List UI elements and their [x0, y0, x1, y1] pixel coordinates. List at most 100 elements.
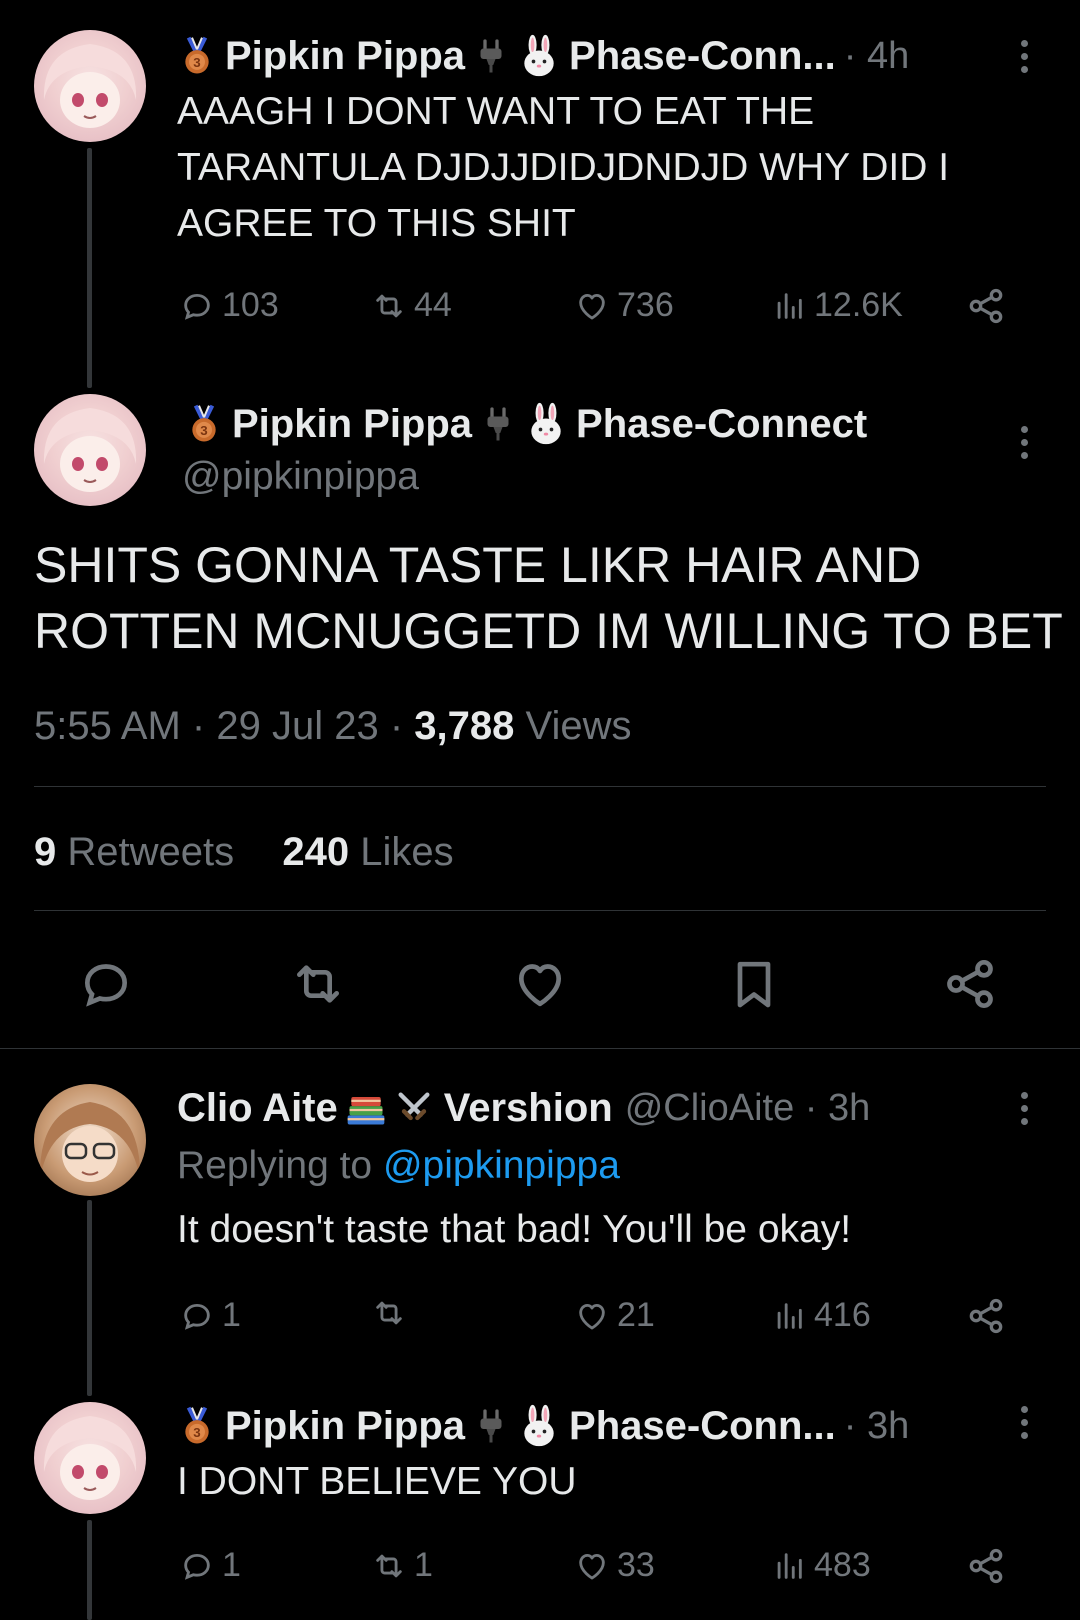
retweet-icon — [290, 956, 346, 1012]
retweet-button[interactable]: 44 — [372, 286, 452, 325]
avatar-pipkin-pippa[interactable] — [34, 1402, 146, 1514]
engagement-summary: 9 Retweets 240 Likes — [34, 826, 454, 878]
author-handle[interactable]: @ClioAite · 3h — [625, 1087, 871, 1130]
avatar-pipkin-pippa[interactable] — [34, 394, 146, 506]
reply-button[interactable] — [78, 956, 142, 1012]
tweet-header: Pipkin Pippa Phase-Connect — [184, 396, 867, 452]
views-icon — [772, 1299, 806, 1333]
author-name[interactable]: Pipkin Pippa — [225, 1404, 465, 1449]
retweets-count: 9 — [34, 830, 57, 874]
tweet-text-line: AGREE TO THIS SHIT — [177, 202, 576, 245]
medal-icon — [177, 32, 217, 80]
tweet-text: I DONT BELIEVE YOU — [177, 1460, 577, 1503]
like-button[interactable]: 736 — [575, 286, 674, 325]
retweet-icon — [372, 1549, 406, 1583]
divider — [0, 1048, 1080, 1049]
tweet-date[interactable]: 29 Jul 23 — [216, 704, 378, 748]
separator: · — [389, 704, 404, 748]
views-button[interactable]: 483 — [772, 1546, 871, 1585]
tweet-time[interactable]: 5:55 AM — [34, 704, 181, 748]
tweet-time[interactable]: · 4h — [844, 35, 909, 78]
views-button[interactable]: 416 — [772, 1296, 871, 1335]
more-icon[interactable] — [1004, 1394, 1044, 1450]
rabbit-icon — [517, 1402, 561, 1450]
divider — [34, 786, 1046, 787]
views-count: 483 — [814, 1546, 871, 1584]
reply-count: 103 — [222, 286, 279, 324]
like-icon — [575, 1549, 609, 1583]
share-icon — [966, 1546, 1006, 1586]
views-button[interactable]: 12.6K — [772, 286, 903, 325]
author-affiliation: Vershion — [443, 1085, 613, 1130]
retweets-link[interactable]: 9 Retweets — [34, 830, 234, 874]
retweet-count: 44 — [414, 286, 452, 324]
tweet-text-line: AAAGH I DONT WANT TO EAT THE — [177, 90, 815, 133]
likes-label: Likes — [360, 830, 454, 874]
plug-icon — [473, 34, 509, 78]
tweet-header: Pipkin Pippa Phase-Conn... · 3h — [177, 1398, 909, 1454]
reply-icon — [180, 289, 214, 323]
reply-button[interactable]: 103 — [180, 286, 279, 325]
more-icon[interactable] — [1004, 414, 1044, 470]
like-button[interactable]: 33 — [575, 1546, 655, 1585]
avatar-pipkin-pippa[interactable] — [34, 30, 146, 142]
views-icon — [772, 289, 806, 323]
bookmark-button[interactable] — [726, 956, 790, 1012]
replying-label: Replying to — [177, 1144, 373, 1187]
plug-icon — [473, 1404, 509, 1448]
share-button[interactable] — [966, 286, 1014, 326]
likes-count: 240 — [282, 830, 350, 874]
swords-icon — [394, 1088, 434, 1128]
books-icon — [344, 1086, 388, 1130]
reply-button[interactable]: 1 — [180, 1546, 241, 1585]
reply-count: 1 — [222, 1296, 241, 1334]
like-button[interactable]: 21 — [575, 1296, 655, 1335]
reply-button[interactable]: 1 — [180, 1296, 241, 1335]
more-icon[interactable] — [1004, 1080, 1044, 1136]
author-name[interactable]: Pipkin Pippa — [232, 402, 472, 447]
views-label: Views — [525, 704, 632, 748]
tweet-text-line: ROTTEN MCNUGGETD IM WILLING TO BET — [34, 603, 1063, 659]
reply-icon — [180, 1549, 214, 1583]
separator: · — [191, 704, 206, 748]
like-icon — [575, 289, 609, 323]
tweet-time[interactable]: · 3h — [844, 1405, 909, 1448]
tweet-timestamp: 5:55 AM · 29 Jul 23 · 3,788 Views — [34, 700, 631, 752]
rabbit-icon — [517, 32, 561, 80]
author-affiliation: Phase-Conn... — [569, 33, 836, 78]
rabbit-icon — [524, 400, 568, 448]
share-icon — [966, 1296, 1006, 1336]
tweet-header: Clio Aite Vershion @ClioAite · 3h — [177, 1080, 870, 1136]
replying-to: Replying to @pipkinpippa — [177, 1140, 620, 1192]
author-name[interactable]: Pipkin Pippa — [225, 34, 465, 79]
views-count: 3,788 — [414, 704, 515, 748]
share-button[interactable] — [966, 1296, 1014, 1336]
author-handle[interactable]: @pipkinpippa — [182, 452, 419, 502]
like-button[interactable] — [512, 956, 576, 1012]
plug-icon — [480, 402, 516, 446]
retweet-button[interactable]: 1 — [372, 1546, 433, 1585]
tweet-header: Pipkin Pippa Phase-Conn... · 4h — [177, 28, 909, 84]
avatar-clio-aite[interactable] — [34, 1084, 146, 1196]
thread-line — [87, 1200, 92, 1396]
share-button[interactable] — [966, 1546, 1014, 1586]
author-affiliation: Phase-Conn... — [569, 1403, 836, 1448]
more-icon[interactable] — [1004, 28, 1044, 84]
like-count: 33 — [617, 1546, 655, 1584]
bookmark-icon — [726, 956, 782, 1012]
replying-handle-link[interactable]: @pipkinpippa — [383, 1144, 620, 1187]
share-button[interactable] — [942, 956, 1006, 1012]
reply-icon — [180, 1299, 214, 1333]
tweet-text: It doesn't taste that bad! You'll be oka… — [177, 1208, 852, 1251]
tweet-text-line: SHITS GONNA TASTE LIKR HAIR AND — [34, 537, 922, 593]
retweet-button[interactable] — [290, 956, 354, 1012]
retweet-button[interactable] — [372, 1296, 414, 1330]
retweet-count: 1 — [414, 1546, 433, 1584]
likes-link[interactable]: 240 Likes — [282, 830, 453, 874]
thread-line — [87, 1520, 92, 1620]
author-name[interactable]: Clio Aite — [177, 1086, 338, 1131]
medal-icon — [177, 1402, 217, 1450]
like-icon — [575, 1299, 609, 1333]
thread-line — [87, 148, 92, 388]
views-icon — [772, 1549, 806, 1583]
